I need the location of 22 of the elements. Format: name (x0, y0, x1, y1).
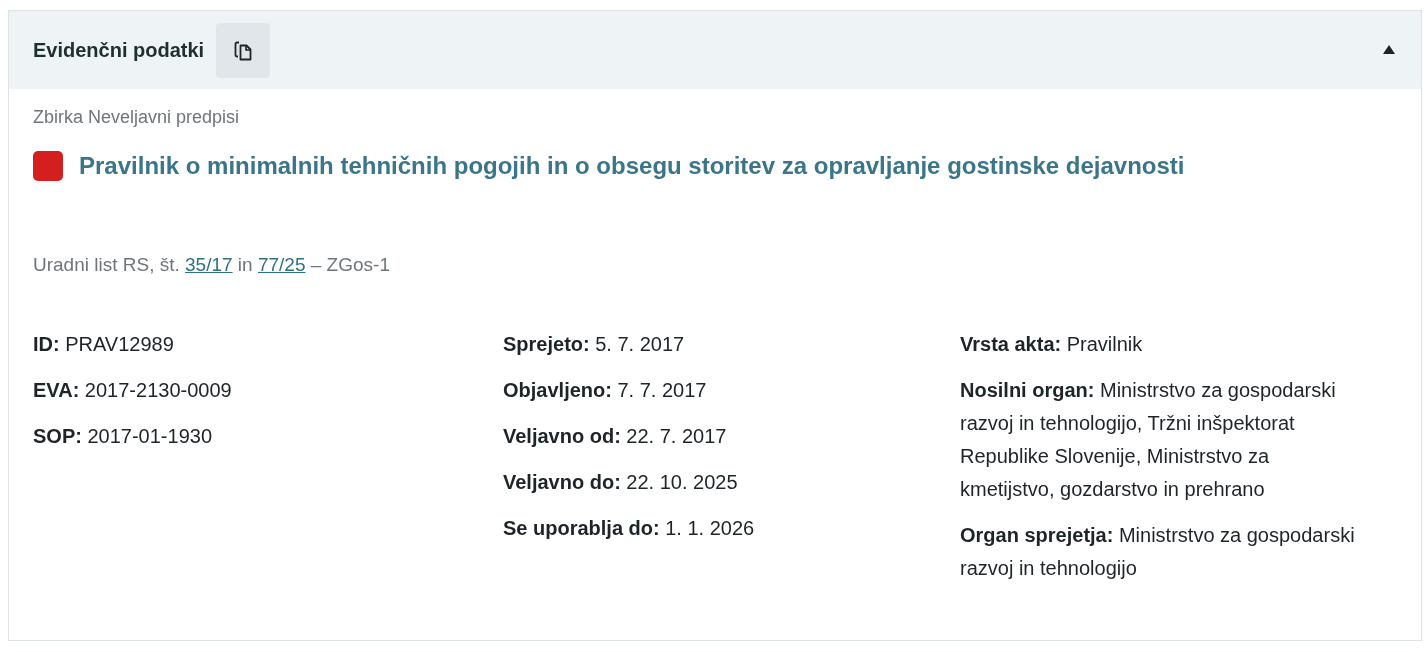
metadata-field: Sprejeto: 5. 7. 2017 (503, 328, 960, 361)
metadata-field: SOP: 2017-01-1930 (33, 420, 503, 453)
collapse-toggle-button[interactable] (1383, 44, 1395, 54)
document-title: Pravilnik o minimalnih tehničnih pogojih in o obsegu storitev za opravljanje gostinske dejavnosti (79, 151, 1185, 181)
gazette-link[interactable]: 35/17 (185, 254, 233, 275)
collection-label: Zbirka Neveljavni predpisi (33, 106, 241, 129)
metadata-field: EVA: 2017-2130-0009 (33, 374, 503, 407)
copy-icon (234, 40, 253, 61)
metadata-field: Objavljeno: 7. 7. 2017 (503, 374, 960, 407)
metadata-field: Se uporablja do: 1. 1. 2026 (503, 512, 960, 545)
panel-title: Evidenčni podatki (33, 38, 205, 62)
metadata-field: Veljavno od: 22. 7. 2017 (503, 420, 960, 453)
status-square-icon (33, 151, 63, 181)
copy-button[interactable] (216, 23, 271, 78)
metadata-field: Vrsta akta: Pravilnik (960, 328, 1360, 361)
metadata-field: Nosilni organ: Ministrstvo za gospodarski razvoj in tehnologijo, Tržni inšpektorat Republike Slovenije, Ministrstvo za kmetijstvo, gozdarstvo in prehrano (960, 374, 1360, 506)
metadata-field: Organ sprejetja: Ministrstvo za gospodarski razvoj in tehnologijo (960, 519, 1360, 585)
metadata-field: Veljavno do: 22. 10. 2025 (503, 466, 960, 499)
gazette-link[interactable]: 77/25 (257, 254, 306, 275)
metadata-field: ID: PRAV12989 (33, 328, 503, 361)
gazette-reference: Uradni list RS, št. 35/17 in 77/25 – ZGos-1 (33, 253, 391, 277)
caret-up-icon (1383, 44, 1395, 54)
